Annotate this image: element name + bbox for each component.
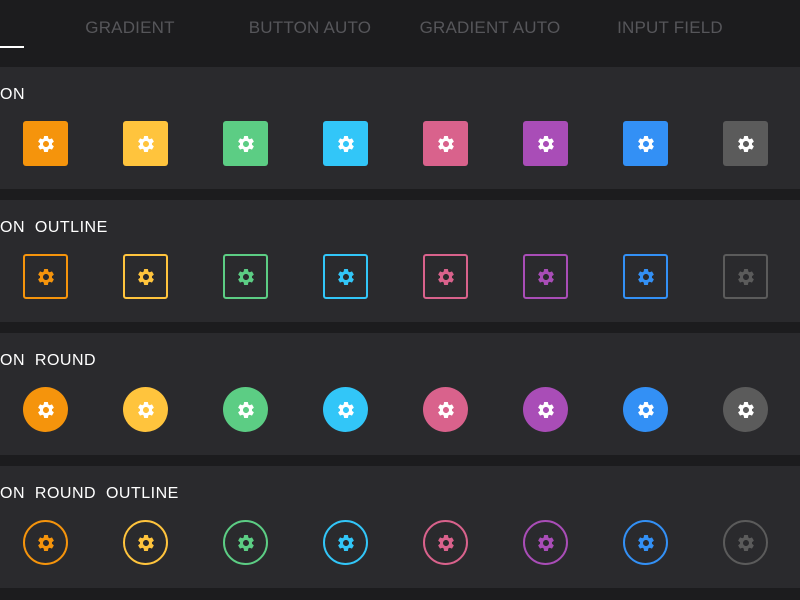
active-tab-indicator <box>0 46 24 48</box>
gear-icon <box>737 268 754 285</box>
gear-icon <box>137 268 154 285</box>
settings-button[interactable] <box>123 254 168 299</box>
gear-icon <box>437 135 454 152</box>
gear-icon <box>237 401 254 418</box>
settings-button[interactable] <box>223 254 268 299</box>
gear-icon <box>37 401 54 418</box>
settings-button[interactable] <box>323 520 368 565</box>
section-title: ON ROUND OUTLINE <box>0 485 179 502</box>
settings-button[interactable] <box>423 254 468 299</box>
gear-icon <box>37 534 54 551</box>
gear-icon <box>37 268 54 285</box>
button-row <box>0 121 800 167</box>
section-on-round-outline: ON ROUND OUTLINE <box>0 466 800 588</box>
tab-bar: GRADIENT BUTTON AUTO GRADIENT AUTO INPUT… <box>0 0 800 55</box>
gear-icon <box>537 268 554 285</box>
section-title: ON OUTLINE <box>0 219 108 236</box>
gear-icon <box>437 401 454 418</box>
settings-button[interactable] <box>223 387 268 432</box>
gear-icon <box>137 534 154 551</box>
settings-button[interactable] <box>523 520 568 565</box>
tab-gradient[interactable]: GRADIENT <box>40 0 220 55</box>
gear-icon <box>337 534 354 551</box>
settings-button[interactable] <box>423 520 468 565</box>
settings-button[interactable] <box>523 387 568 432</box>
settings-button[interactable] <box>23 254 68 299</box>
settings-button[interactable] <box>23 121 68 166</box>
tab-button-auto[interactable]: BUTTON AUTO <box>220 0 400 55</box>
settings-button[interactable] <box>23 387 68 432</box>
settings-button[interactable] <box>123 387 168 432</box>
settings-button[interactable] <box>123 520 168 565</box>
settings-button[interactable] <box>523 254 568 299</box>
settings-button[interactable] <box>523 121 568 166</box>
gear-icon <box>337 135 354 152</box>
settings-button[interactable] <box>623 520 668 565</box>
section-on-outline: ON OUTLINE <box>0 200 800 322</box>
settings-button[interactable] <box>723 387 768 432</box>
button-row <box>0 520 800 566</box>
gear-icon <box>337 401 354 418</box>
settings-button[interactable] <box>623 387 668 432</box>
settings-button[interactable] <box>323 121 368 166</box>
gear-icon <box>537 401 554 418</box>
settings-button[interactable] <box>423 387 468 432</box>
settings-button[interactable] <box>723 520 768 565</box>
gear-icon <box>437 268 454 285</box>
button-row <box>0 387 800 433</box>
button-row <box>0 254 800 300</box>
settings-button[interactable] <box>323 254 368 299</box>
section-title: ON ROUND <box>0 352 97 369</box>
tab-gradient-auto[interactable]: GRADIENT AUTO <box>400 0 580 55</box>
settings-button[interactable] <box>323 387 368 432</box>
gear-icon <box>37 135 54 152</box>
gear-icon <box>237 534 254 551</box>
settings-button[interactable] <box>623 254 668 299</box>
section-on-round: ON ROUND <box>0 333 800 455</box>
settings-button[interactable] <box>23 520 68 565</box>
gear-icon <box>237 135 254 152</box>
gear-icon <box>537 534 554 551</box>
gear-icon <box>537 135 554 152</box>
settings-button[interactable] <box>423 121 468 166</box>
gear-icon <box>637 401 654 418</box>
settings-button[interactable] <box>723 254 768 299</box>
gear-icon <box>637 268 654 285</box>
gear-icon <box>737 534 754 551</box>
settings-button[interactable] <box>223 520 268 565</box>
gear-icon <box>337 268 354 285</box>
gear-icon <box>637 135 654 152</box>
gear-icon <box>437 534 454 551</box>
gear-icon <box>737 401 754 418</box>
gear-icon <box>137 135 154 152</box>
gear-icon <box>637 534 654 551</box>
section-on: ON <box>0 67 800 189</box>
gear-icon <box>137 401 154 418</box>
settings-button[interactable] <box>223 121 268 166</box>
tab-input-field[interactable]: INPUT FIELD <box>580 0 760 55</box>
gear-icon <box>737 135 754 152</box>
settings-button[interactable] <box>123 121 168 166</box>
section-title: ON <box>0 86 25 103</box>
gear-icon <box>237 268 254 285</box>
settings-button[interactable] <box>723 121 768 166</box>
settings-button[interactable] <box>623 121 668 166</box>
